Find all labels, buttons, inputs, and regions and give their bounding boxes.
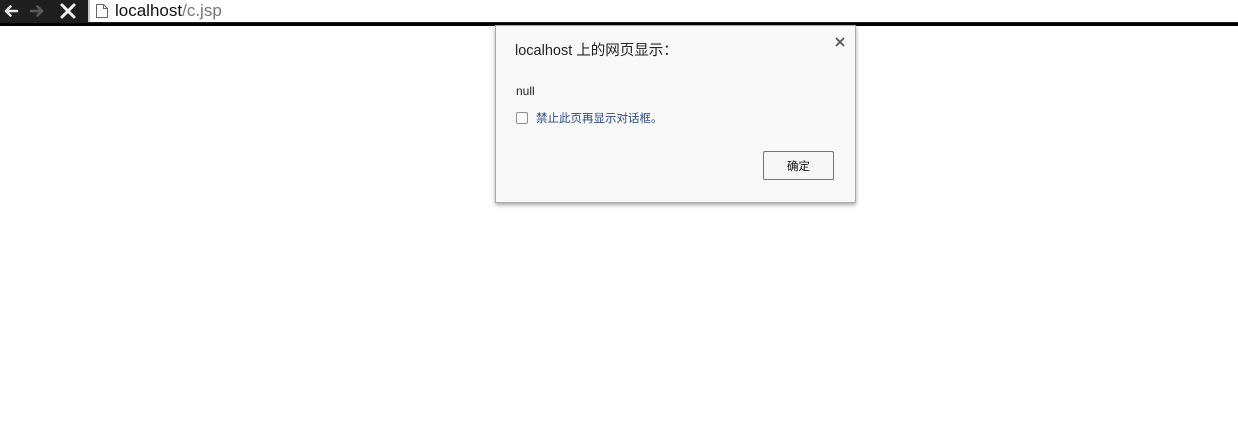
suppress-dialogs-option[interactable]: 禁止此页再显示对话框。: [516, 110, 663, 126]
url-host: localhost: [115, 1, 183, 20]
page-icon: [96, 4, 108, 18]
url-text: localhost/c.jsp: [115, 1, 222, 21]
dialog-title: localhost 上的网页显示：: [515, 43, 678, 59]
suppress-dialogs-label[interactable]: 禁止此页再显示对话框。: [536, 110, 663, 126]
stop-icon: [60, 3, 76, 19]
back-arrow-icon: [4, 5, 19, 17]
address-bar[interactable]: localhost/c.jsp: [88, 0, 1238, 22]
forward-arrow-icon: [29, 5, 44, 17]
suppress-dialogs-checkbox[interactable]: [516, 112, 528, 124]
ok-button[interactable]: 确定: [763, 151, 834, 180]
browser-toolbar: localhost/c.jsp: [0, 0, 1238, 26]
back-button[interactable]: [0, 0, 26, 22]
dialog-close-button[interactable]: [834, 33, 846, 47]
alert-dialog: localhost 上的网页显示： null 禁止此页再显示对话框。 确定: [495, 25, 856, 203]
close-icon: [835, 37, 845, 47]
stop-button[interactable]: [54, 0, 80, 22]
url-path: /c.jsp: [182, 1, 222, 20]
dialog-message: null: [516, 84, 535, 98]
forward-button[interactable]: [26, 0, 52, 22]
